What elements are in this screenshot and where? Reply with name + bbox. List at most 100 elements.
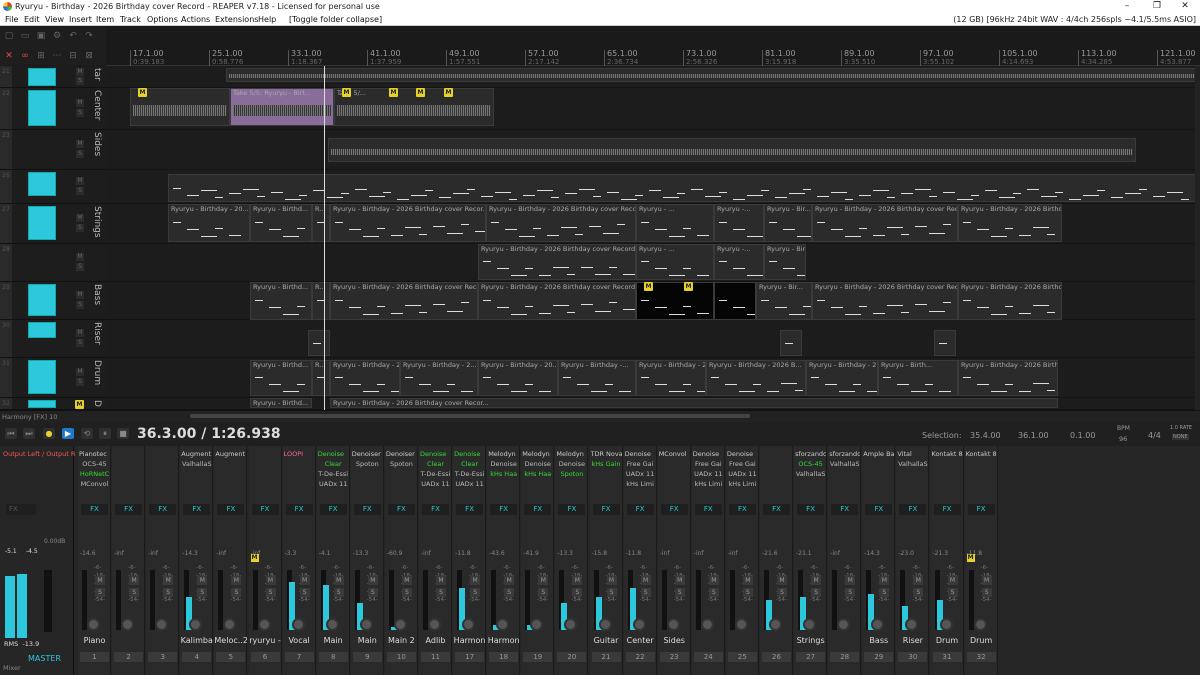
strip-fader[interactable] [491,570,497,630]
strip-pan-knob[interactable] [734,618,748,631]
strip-fx-button[interactable]: FX [558,504,586,515]
strip-fx-button[interactable]: FX [933,504,961,515]
strip-fx-slot[interactable]: Free Gai [625,460,656,468]
strip-fx-button[interactable]: FX [251,504,279,515]
strip-fader[interactable] [388,570,394,630]
strip-solo-button[interactable]: S [572,588,583,597]
strip-fader[interactable] [695,570,701,630]
strip-fx-button[interactable]: FX [81,504,108,515]
menu-options[interactable]: Options [147,13,178,26]
ruler-mark[interactable]: 57.1.00 2:17.142 [525,50,559,66]
strip-mute-button[interactable]: M [777,576,787,585]
strip-fx-slot[interactable]: UADx 11 [727,470,758,478]
menu-help[interactable]: Help [258,13,276,26]
item-m-badge[interactable]: M [389,88,398,97]
midi-item[interactable]: Ryuryu - Birthday - 2... [400,360,478,396]
midi-item[interactable]: Ryuryu -... [714,204,764,242]
strip-fx-button[interactable]: FX [626,504,654,515]
track-header[interactable]: 21 M Star [0,66,106,88]
strip-fx-button[interactable]: FX [115,504,143,515]
sync-mode[interactable]: NONE [1172,434,1189,440]
strip-fx-button[interactable]: FX [660,504,688,515]
track-header[interactable]: 23 M S Sides [0,130,106,170]
track-solo-button[interactable]: S [76,77,84,85]
strip-pan-knob[interactable] [530,618,544,631]
project-settings-icon[interactable]: ⚙ [52,31,62,41]
midi-item[interactable]: Ryuryu - Birthday - 2026 Birth... [958,360,1058,396]
scroll-thumb[interactable] [190,414,750,418]
strip-solo-button[interactable]: S [708,588,719,597]
strip-fx-slot[interactable]: Spoton [352,460,383,468]
strip-pan-knob[interactable] [223,618,237,631]
strip-mute-button[interactable]: M [231,576,242,585]
strip-fx-button[interactable]: FX [285,504,313,515]
item-m-badge[interactable]: M [138,88,147,97]
strip-mute-button[interactable]: M [470,576,481,585]
strip-mute-button[interactable]: M [742,576,753,585]
strip-fx-button[interactable]: FX [899,504,927,515]
strip-fx-button[interactable]: FX [763,504,790,515]
midi-item[interactable] [934,330,956,356]
strip-solo-button[interactable]: S [470,588,481,597]
strip-fader[interactable] [968,570,974,630]
strip-input[interactable]: sforzandc [795,450,826,458]
strip-fx-slot[interactable]: UADx 11 [420,480,451,488]
loop-icon[interactable]: ∞ [20,51,30,61]
midi-item[interactable]: Ryuryu - Birthday -... [558,360,636,396]
midi-item[interactable]: R... [312,282,330,320]
strip-input[interactable]: Pianotec [79,450,110,458]
horizontal-scrollbar[interactable]: Harmony [FX] 10 [0,410,1200,422]
strip-fader[interactable] [252,570,258,630]
audio-item[interactable] [328,138,1136,162]
menu-view[interactable]: View [45,13,64,26]
track-header[interactable]: 26 M S [0,170,106,204]
undo-icon[interactable]: ↶ [68,31,78,41]
midi-item[interactable]: Ryuryu - Birthday - 20... [330,360,400,396]
strip-fx-slot[interactable]: kHs Haa [522,470,553,478]
midi-item[interactable]: Ryuryu - ... [636,244,714,280]
strip-fx-slot[interactable]: ValhallaS [829,460,860,468]
midi-item[interactable]: Ryuryu - Birthday - 2026 Birthda... [958,204,1062,242]
midi-item[interactable]: Ryuryu - Birthday - 2026 B... [706,360,806,396]
strip-fx-slot[interactable]: ValhallaS [181,460,212,468]
strip-fx-button[interactable]: FX [524,504,552,515]
strip-fx-slot[interactable]: kHs Haa [488,470,519,478]
item-m-badge[interactable]: M [416,88,425,97]
strip-mute-button[interactable]: M [947,576,958,585]
audio-item[interactable]: Take 5/... [334,88,494,126]
strip-fader[interactable] [423,570,428,630]
item-m-badge[interactable]: M [342,88,351,97]
pause-icon[interactable]: ⏸ [99,428,111,439]
strip-fx-slot[interactable]: Free Gai [727,460,758,468]
strip-input[interactable]: Denoise [625,450,656,458]
bpm-value[interactable]: 96 [1119,435,1127,443]
track-mute-button[interactable]: M [76,329,84,337]
strip-fx-slot[interactable]: T-De-Essi [454,470,485,478]
midi-item[interactable] [308,330,330,356]
strip-mute-button[interactable]: M [811,576,822,585]
strip-fx-slot[interactable]: MConvol [79,480,110,488]
strip-mute-button[interactable]: M [197,576,208,585]
strip-fx-slot[interactable]: ValhallaS [795,470,826,478]
strip-fx-button[interactable]: FX [149,504,177,515]
midi-item[interactable]: Ryuryu - Birthday - 2026 Birthday cover … [812,282,958,320]
strip-solo-button[interactable]: S [947,588,958,597]
strip-fx-button[interactable]: FX [592,504,620,515]
strip-fader[interactable] [82,570,87,630]
strip-pan-knob[interactable] [905,618,919,631]
strip-fx-slot[interactable]: Spoton [386,460,417,468]
midi-item[interactable]: Ryuryu - Birthday - 2026 Birthday cover … [812,204,958,242]
close-icon[interactable]: ✕ [1170,0,1200,13]
strip-fx-slot[interactable]: UADx 11 [693,470,724,478]
strip-fx-button[interactable]: FX [387,504,415,515]
new-project-icon[interactable]: ▢ [4,31,14,41]
strip-pan-knob[interactable] [87,618,100,631]
redo-icon[interactable]: ↷ [84,31,94,41]
strip-fx-button[interactable]: FX [967,504,995,515]
strip-solo-button[interactable]: S [742,588,753,597]
strip-fx-slot[interactable]: UADx 11 [625,470,656,478]
save-project-icon[interactable]: ▣ [36,31,46,41]
strip-fx-slot[interactable]: Denoise [522,460,553,468]
strip-fx-button[interactable]: FX [865,504,893,515]
strip-fx-slot[interactable]: Denoise [488,460,519,468]
